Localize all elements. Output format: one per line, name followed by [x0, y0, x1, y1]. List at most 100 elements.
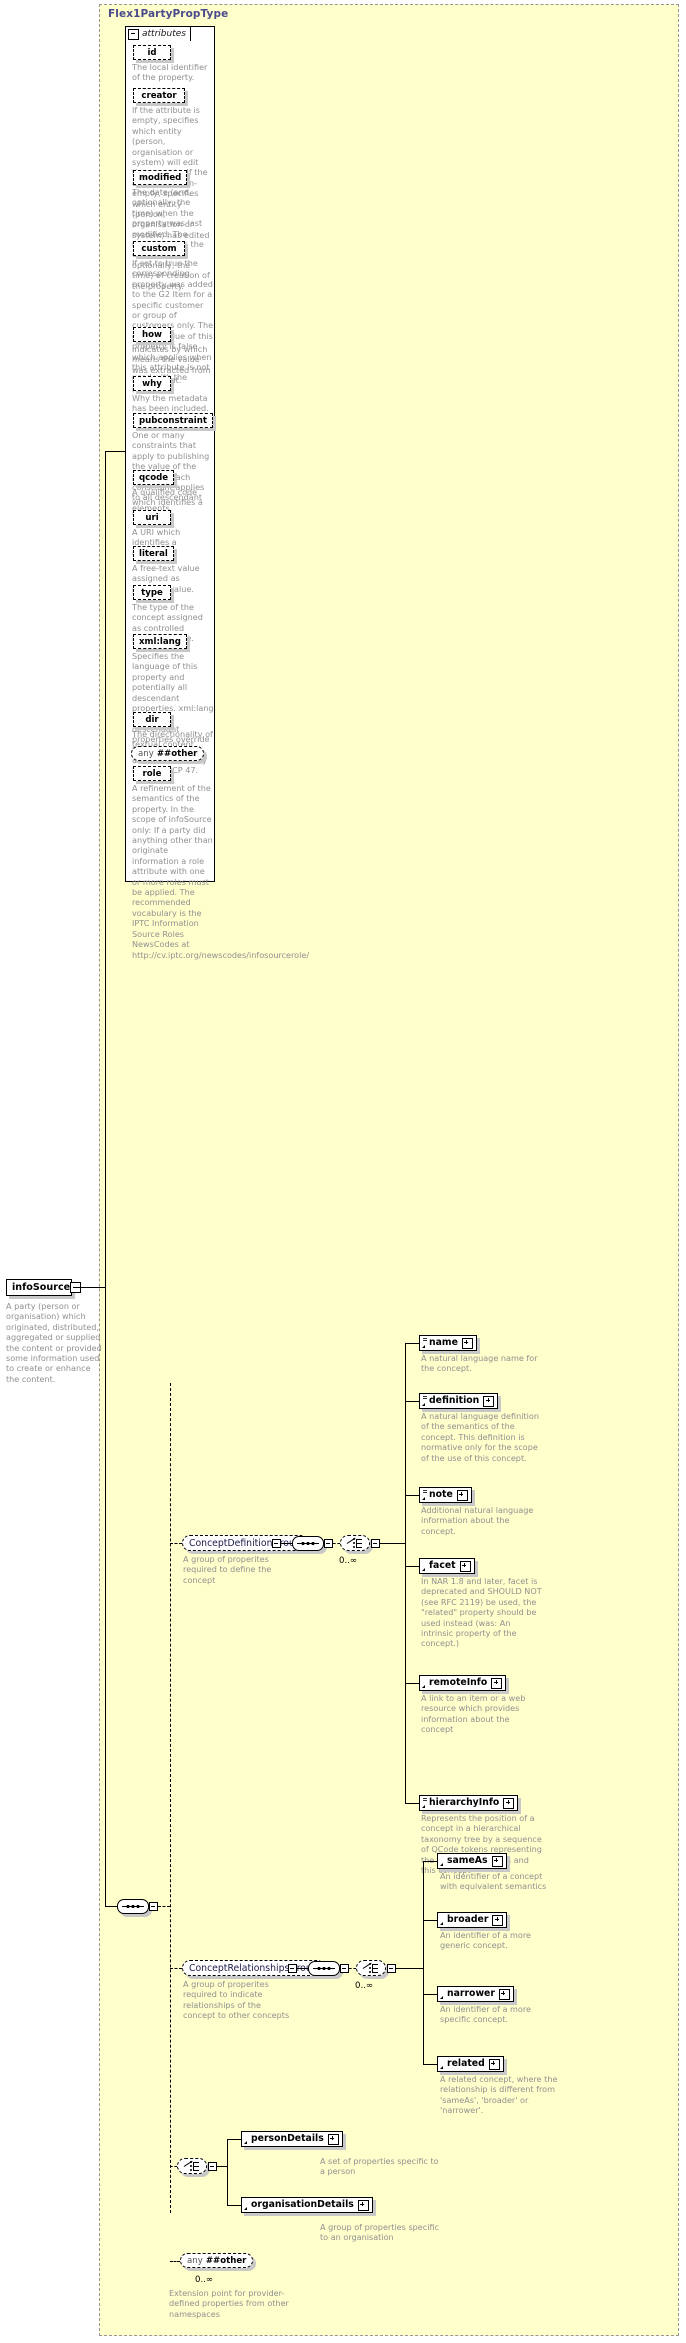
connector	[227, 2139, 241, 2140]
choice-icon	[183, 2160, 203, 2172]
connector	[349, 1968, 356, 1969]
attribute-uri[interactable]: uri	[133, 510, 171, 525]
attribute-why[interactable]: why	[133, 376, 171, 391]
connector	[227, 2139, 228, 2205]
sequence-collapse-toggle[interactable]	[149, 1902, 158, 1911]
connector	[396, 1968, 423, 1969]
element-remoteinfo-doc: A link to an item or a web resource whic…	[421, 1693, 526, 1735]
attribute-creator[interactable]: creator	[133, 88, 185, 103]
minus-icon[interactable]	[128, 28, 139, 40]
connector	[281, 1543, 292, 1544]
element-facet[interactable]: facet	[419, 1558, 475, 1574]
choice-collapse-toggle[interactable]	[371, 1539, 380, 1548]
group-collapse-toggle[interactable]	[288, 1964, 297, 1973]
plus-icon[interactable]	[491, 1677, 503, 1689]
attribute-any-wildcard[interactable]: any ##other	[131, 746, 205, 761]
attribute-id[interactable]: id	[133, 45, 171, 60]
connector	[217, 2166, 227, 2167]
connector	[158, 1906, 170, 1907]
element-definition[interactable]: definition	[419, 1393, 499, 1409]
connector	[105, 451, 106, 1287]
attribute-qcode[interactable]: qcode	[133, 470, 175, 485]
choice-icon	[346, 1537, 366, 1549]
attributes-tab[interactable]: attributes	[125, 26, 191, 41]
element-note[interactable]: note	[419, 1487, 472, 1503]
sequence-compositor[interactable]	[117, 1899, 149, 1914]
attribute-literal[interactable]: literal	[133, 546, 174, 561]
plus-icon[interactable]	[488, 2058, 500, 2070]
schema-diagram: Flex1PartyPropType attributes id The loc…	[0, 0, 686, 2343]
connector	[297, 1968, 308, 1969]
attributes-tab-label: attributes	[142, 29, 186, 39]
plus-icon[interactable]	[503, 1797, 515, 1809]
connector	[423, 1920, 437, 1921]
connector	[405, 1566, 419, 1567]
connector	[405, 1343, 419, 1344]
element-organisationdetails[interactable]: organisationDetails	[241, 2197, 373, 2213]
plus-icon[interactable]	[459, 1560, 471, 1572]
element-related[interactable]: related	[437, 2056, 504, 2072]
attribute-custom[interactable]: custom	[133, 241, 185, 256]
element-sameas-doc: An identifier of a concept with equivale…	[440, 1871, 547, 1892]
attribute-modified[interactable]: modified	[133, 170, 188, 185]
connector	[75, 1287, 105, 1288]
connector	[105, 1906, 117, 1907]
group-collapse-toggle[interactable]	[272, 1539, 281, 1548]
attribute-xml-lang[interactable]: xml:lang	[133, 634, 187, 649]
group-conceptdefinitiongroup-doc: A group of properites required to define…	[183, 1554, 272, 1585]
attribute-pubconstraint[interactable]: pubconstraint	[133, 413, 213, 428]
any-label: any	[187, 2255, 203, 2266]
attribute-dir[interactable]: dir	[133, 712, 171, 727]
connector	[170, 1968, 182, 1969]
sequence-dots-icon	[317, 1966, 331, 1971]
choice-collapse-toggle[interactable]	[387, 1964, 396, 1973]
plus-icon[interactable]	[357, 2199, 369, 2211]
complextype-title: Flex1PartyPropType	[108, 8, 229, 20]
element-sameas[interactable]: sameAs	[437, 1853, 507, 1869]
connector	[405, 1343, 406, 1803]
element-note-doc: Additional natural language information …	[421, 1505, 534, 1536]
namespace-label: ##other	[205, 2255, 247, 2266]
connector	[423, 2064, 437, 2065]
choice-compositor[interactable]	[340, 1535, 370, 1551]
element-narrower[interactable]: narrower	[437, 1986, 514, 2002]
choice-icon	[362, 1962, 382, 1974]
choice-compositor[interactable]	[177, 2158, 207, 2174]
plus-icon[interactable]	[461, 1337, 473, 1349]
root-element-infosource[interactable]: infoSource	[6, 1279, 82, 1296]
choice-collapse-toggle[interactable]	[208, 2162, 217, 2171]
plus-icon[interactable]	[483, 1395, 495, 1407]
connector	[227, 2205, 241, 2206]
connector	[105, 451, 125, 452]
element-organisationdetails-doc: A group of properties specific to an org…	[320, 2222, 440, 2243]
attribute-role[interactable]: role	[133, 766, 171, 781]
choice-compositor[interactable]	[356, 1960, 386, 1976]
element-hierarchyinfo[interactable]: hierarchyInfo	[419, 1795, 519, 1811]
element-persondetails[interactable]: personDetails	[241, 2131, 343, 2147]
plus-icon[interactable]	[456, 1489, 468, 1501]
connector	[170, 2166, 177, 2167]
any-label: any	[138, 748, 154, 759]
sequence-collapse-toggle[interactable]	[324, 1539, 333, 1548]
plus-icon[interactable]	[492, 1914, 504, 1926]
element-related-doc: A related concept, where the relationshi…	[440, 2074, 558, 2116]
connector	[170, 1543, 182, 1544]
sequence-collapse-toggle[interactable]	[340, 1964, 349, 1973]
element-narrower-doc: An identifier of a more specific concept…	[440, 2004, 532, 2025]
plus-icon[interactable]	[498, 1988, 510, 2000]
element-any-doc: Extension point for provider-defined pro…	[169, 2288, 289, 2319]
sequence-compositor[interactable]	[308, 1961, 340, 1976]
connector	[423, 1861, 424, 2064]
element-name[interactable]: name	[419, 1335, 477, 1351]
element-any-wildcard[interactable]: any ##other	[180, 2253, 254, 2268]
sequence-compositor[interactable]	[292, 1536, 324, 1551]
element-remoteinfo[interactable]: remoteInfo	[419, 1675, 507, 1691]
plus-icon[interactable]	[327, 2133, 339, 2145]
attribute-role-doc: A refinement of the semantics of the pro…	[132, 783, 309, 960]
root-element-label: infoSource	[12, 1282, 71, 1293]
element-broader[interactable]: broader	[437, 1912, 508, 1928]
element-broader-doc: An identifier of a more generic concept.	[440, 1930, 532, 1951]
attribute-how[interactable]: how	[133, 327, 171, 342]
attribute-type[interactable]: type	[133, 585, 171, 600]
plus-icon[interactable]	[491, 1855, 503, 1867]
